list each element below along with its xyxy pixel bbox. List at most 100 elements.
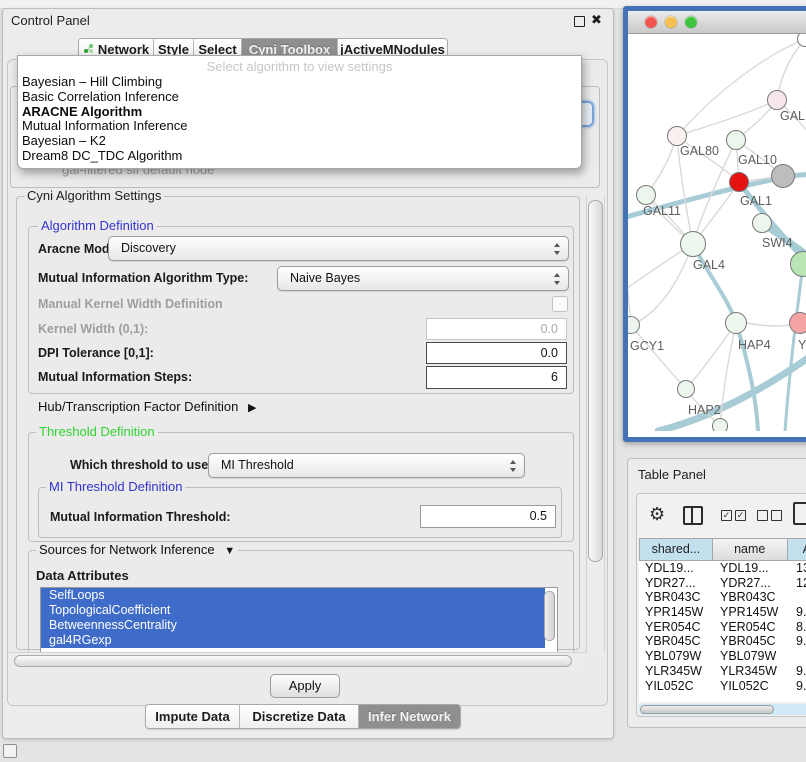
combo-arrows-icon	[554, 243, 561, 255]
data-attribute-option[interactable]: BetweennessCentrality	[41, 618, 545, 633]
mi-steps-input[interactable]: 6	[426, 366, 567, 389]
network-node[interactable]	[771, 164, 795, 188]
table-cell: YBR045C	[714, 634, 790, 649]
table-row[interactable]: YER054CYER054C8.	[639, 620, 806, 635]
table-hscrollbar[interactable]	[639, 704, 806, 715]
select-all-columns-icon[interactable]: ✓ ✓	[721, 510, 746, 521]
table-cell: YBL079W	[714, 649, 790, 664]
new-table-icon[interactable]	[793, 502, 806, 525]
manual-kernel-checkbox[interactable]	[552, 296, 568, 312]
table-row[interactable]: YBR043CYBR043C	[639, 590, 806, 605]
expander-expanded-icon: ▼	[224, 545, 235, 557]
table-cell: YBR043C	[714, 590, 790, 605]
data-attribute-option[interactable]: SelfLoops	[41, 588, 545, 603]
algorithm-option[interactable]: Bayesian – K2	[22, 134, 187, 149]
network-node[interactable]	[725, 312, 747, 334]
tab-impute-data[interactable]: Impute Data	[146, 705, 240, 728]
aracne-mode-value: Discovery	[121, 241, 176, 255]
network-node[interactable]	[752, 213, 772, 233]
mi-type-value: Naive Bayes	[290, 271, 360, 285]
settings-vscrollbar-thumb[interactable]	[588, 200, 603, 562]
mi-type-select[interactable]: Naive Bayes	[277, 266, 569, 291]
combo-arrows-icon	[554, 273, 561, 285]
table-cell: YBR045C	[639, 634, 714, 649]
algorithm-option[interactable]: Basic Correlation Inference	[22, 90, 187, 105]
network-node[interactable]	[767, 90, 787, 110]
network-node[interactable]	[677, 380, 695, 398]
deselect-columns-icon[interactable]	[757, 510, 782, 521]
network-window-titlebar[interactable]	[628, 11, 806, 34]
tab-discretize-data[interactable]: Discretize Data	[240, 705, 359, 728]
collapsed-panel-icon[interactable]	[3, 744, 17, 758]
table-row[interactable]: YBL079WYBL079W	[639, 649, 806, 664]
table-row[interactable]: YIL052CYIL052C9.	[639, 679, 806, 694]
split-view-icon[interactable]	[683, 506, 703, 525]
network-node[interactable]	[667, 126, 687, 146]
zoom-traffic-light-icon[interactable]	[685, 16, 697, 28]
network-node-label: GCY1	[630, 339, 664, 353]
table-row[interactable]: YDL19...YDL19...13	[639, 561, 806, 576]
tab-label: Infer Network	[368, 709, 451, 724]
algorithm-option[interactable]: ARACNE Algorithm	[22, 105, 187, 120]
tab-label: Impute Data	[155, 709, 229, 724]
network-view-window: GALGAL80GAL10GAL1GAL11SWI4GAL4GCY1HAP4YH…	[623, 6, 806, 442]
gear-icon[interactable]: ⚙	[649, 504, 665, 525]
table-cell: YBL079W	[639, 649, 714, 664]
hub-definition-expander[interactable]: Hub/Transcription Factor Definition ▶	[38, 399, 256, 414]
column-header-partial[interactable]: A	[788, 538, 806, 561]
network-node-label: GAL11	[643, 204, 681, 218]
sources-expander[interactable]: Sources for Network Inference ▼	[36, 543, 238, 558]
popup-hint: Select algorithm to view settings	[18, 59, 581, 74]
table-cell: YDL19...	[639, 561, 714, 576]
aracne-mode-select[interactable]: Discovery	[108, 236, 569, 261]
dpi-tolerance-input[interactable]: 0.0	[426, 342, 567, 364]
table-row[interactable]: YLR345WYLR345W9.	[639, 664, 806, 679]
manual-kernel-label: Manual Kernel Width Definition	[38, 297, 223, 311]
data-attribute-option[interactable]: TopologicalCoefficient	[41, 603, 545, 618]
table-hscrollbar-thumb[interactable]	[640, 705, 774, 714]
tab-infer-network[interactable]: Infer Network	[359, 705, 460, 728]
network-node[interactable]	[712, 418, 728, 431]
kernel-width-input[interactable]: 0.0	[426, 318, 567, 340]
column-header-name[interactable]: name	[713, 538, 788, 561]
algorithm-definition-title: Algorithm Definition	[38, 219, 157, 233]
table-row[interactable]: YDR27...YDR27...12	[639, 576, 806, 591]
table-cell: 12	[790, 576, 806, 591]
data-attributes-list[interactable]: SelfLoopsTopologicalCoefficientBetweenne…	[40, 587, 558, 655]
table-cell: YER054C	[714, 620, 790, 635]
table-row[interactable]: YPR145WYPR145W9.	[639, 605, 806, 620]
network-canvas[interactable]: GALGAL80GAL10GAL1GAL11SWI4GAL4GCY1HAP4YH…	[628, 34, 806, 431]
table-cell: 9.	[790, 605, 806, 620]
algorithm-option[interactable]: Mutual Information Inference	[22, 119, 187, 134]
close-traffic-light-icon[interactable]	[645, 16, 657, 28]
mi-steps-label: Mutual Information Steps:	[38, 370, 192, 384]
panel-title: Control Panel	[11, 13, 90, 28]
network-node-label: GAL4	[693, 258, 725, 272]
network-node[interactable]	[726, 130, 746, 150]
table-cell: YDR27...	[714, 576, 790, 591]
data-attribute-option[interactable]: gal4RGexp	[41, 633, 545, 648]
list-scrollbar-thumb[interactable]	[544, 591, 555, 641]
minimize-traffic-light-icon[interactable]	[665, 16, 677, 28]
close-icon[interactable]: ✖	[591, 11, 602, 29]
settings-group-title: Cyni Algorithm Settings	[24, 189, 164, 203]
settings-hscrollbar[interactable]	[8, 652, 586, 667]
float-window-icon[interactable]	[574, 16, 585, 27]
algorithm-option[interactable]: Bayesian – Hill Climbing	[22, 75, 187, 90]
network-node[interactable]	[789, 312, 806, 334]
network-node[interactable]	[729, 172, 749, 192]
hub-definition-label: Hub/Transcription Factor Definition	[38, 399, 238, 414]
algorithm-option[interactable]: Dream8 DC_TDC Algorithm	[22, 149, 187, 164]
settings-hscrollbar-thumb[interactable]	[14, 655, 572, 667]
apply-button[interactable]: Apply	[270, 674, 340, 698]
mi-threshold-input[interactable]: 0.5	[420, 505, 556, 528]
dpi-tolerance-label: DPI Tolerance [0,1]:	[38, 346, 154, 360]
table-cell: YLR345W	[714, 664, 790, 679]
mi-threshold-label: Mutual Information Threshold:	[50, 510, 231, 524]
table-row[interactable]: YBR045CYBR045C9.	[639, 634, 806, 649]
which-threshold-select[interactable]: MI Threshold	[208, 453, 525, 478]
settings-vscrollbar[interactable]	[586, 196, 605, 652]
network-node[interactable]	[636, 185, 656, 205]
column-header-shared-name[interactable]: shared...	[639, 538, 713, 561]
network-node[interactable]	[680, 231, 706, 257]
